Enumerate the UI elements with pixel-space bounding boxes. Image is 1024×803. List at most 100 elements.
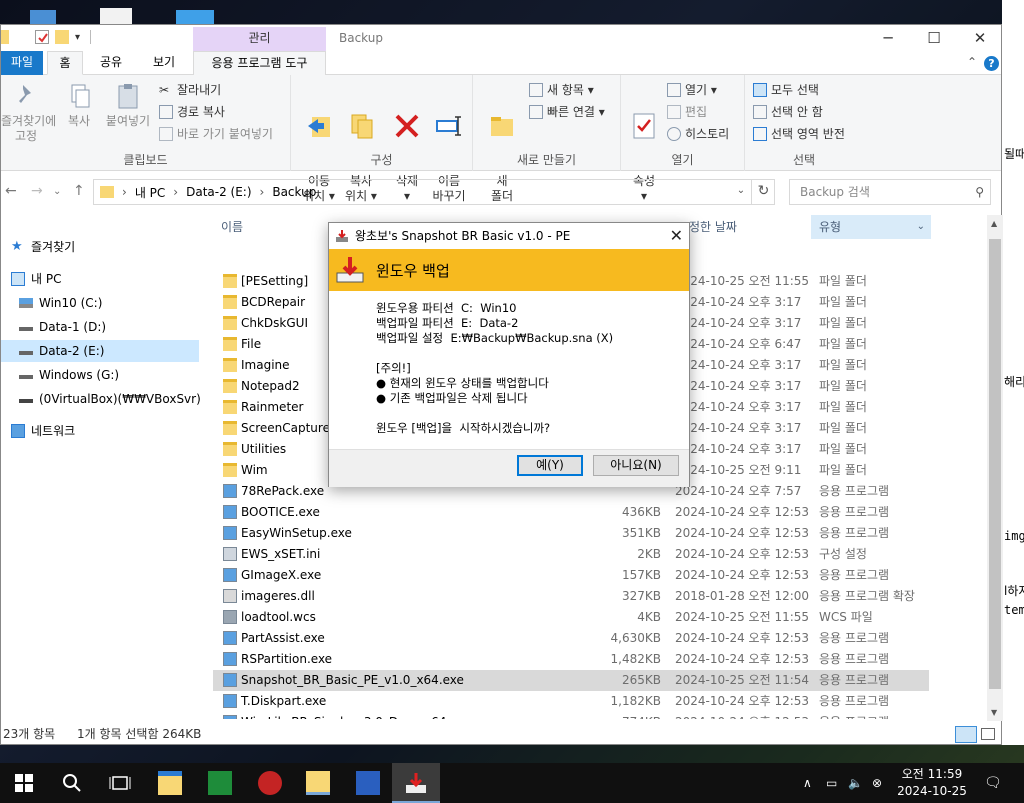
recent-dropdown-icon[interactable]: ⌄: [53, 186, 61, 197]
file-row[interactable]: Snapshot_BR_Basic_PE_v1.0_x64.exe 265KB 20…: [213, 670, 929, 691]
folder-icon: [223, 274, 237, 288]
file-row[interactable]: loadtool.wcs 4KB 2024-10-25 오전 11:55 WCS 파일: [213, 607, 929, 628]
tab-file[interactable]: 파일: [1, 51, 43, 75]
file-name: ScreenCapture: [241, 421, 330, 435]
breadcrumb-this-pc[interactable]: 내 PC: [135, 184, 165, 201]
file-row[interactable]: EasyWinSetup.exe 351KB 2024-10-24 오후 12:53…: [213, 523, 929, 544]
copy-button[interactable]: 복사: [59, 81, 99, 129]
file-type: 응용 프로그램: [819, 505, 890, 519]
help-icon[interactable]: ?: [984, 56, 999, 71]
search-icon[interactable]: [60, 771, 84, 795]
column-header-type[interactable]: 유형 ⌄: [811, 215, 931, 239]
tab-home[interactable]: 홈: [47, 51, 83, 75]
file-name: [PESetting]: [241, 274, 309, 288]
select-all-button[interactable]: 모두 선택: [753, 81, 819, 98]
scrollbar-thumb[interactable]: [989, 239, 1001, 689]
column-header-date[interactable]: 정한 날짜: [689, 215, 737, 239]
search-input[interactable]: Backup 검색 ⚲: [789, 179, 991, 205]
new-folder-icon[interactable]: [55, 30, 69, 44]
nav-this-pc[interactable]: 내 PC: [11, 268, 209, 290]
file-row[interactable]: GImageX.exe 157KB 2024-10-24 오후 12:53 응용 프로…: [213, 565, 929, 586]
nav-drive-d[interactable]: Data-1 (D:): [19, 316, 217, 338]
invert-selection-button[interactable]: 선택 영역 반전: [753, 125, 845, 142]
breadcrumb-drive[interactable]: Data-2 (E:): [186, 185, 251, 199]
properties-icon[interactable]: [35, 30, 49, 44]
qat-dropdown-icon[interactable]: ▾: [75, 32, 80, 43]
volume-icon[interactable]: 🔈: [848, 763, 863, 803]
nav-drive-e[interactable]: Data-2 (E:): [1, 340, 199, 362]
snapshot-br-app-icon[interactable]: [404, 771, 428, 795]
file-row[interactable]: PartAssist.exe 4,630KB 2024-10-24 오후 12:53…: [213, 628, 929, 649]
yes-button[interactable]: 예(Y): [517, 455, 583, 476]
file-row[interactable]: T.Diskpart.exe 1,182KB 2024-10-24 오후 12:53…: [213, 691, 929, 712]
file-row[interactable]: RSPartition.exe 1,482KB 2024-10-24 오후 12:5…: [213, 649, 929, 670]
easy-access-button[interactable]: 빠른 연결 ▾: [529, 103, 605, 120]
desktop-icon[interactable]: [30, 10, 56, 24]
file-name: Rainmeter: [241, 400, 304, 414]
scroll-up-icon[interactable]: ▲: [991, 219, 997, 228]
close-circle-icon[interactable]: ⊗: [872, 763, 882, 803]
windows-start-icon[interactable]: [12, 771, 36, 795]
column-header-name[interactable]: 이름: [221, 215, 243, 239]
minimize-button[interactable]: ─: [865, 25, 911, 53]
back-arrow-icon[interactable]: ←: [5, 183, 17, 199]
explorer-app-icon[interactable]: [306, 771, 330, 795]
file-row[interactable]: imageres.dll 327KB 2018-01-28 오전 12:00 응용 프…: [213, 586, 929, 607]
history-button[interactable]: 히스토리: [667, 125, 729, 142]
new-item-button[interactable]: 새 항목 ▾: [529, 81, 594, 98]
shutdown-app-icon[interactable]: [258, 771, 282, 795]
address-box[interactable]: › 내 PC › Data-2 (E:) › Backup: [93, 179, 775, 205]
address-dropdown-icon[interactable]: ⌄: [729, 179, 753, 205]
file-row[interactable]: WimLib_BR_Single_v3.0_Drag_x64.exe 774KB 2…: [213, 712, 929, 719]
up-arrow-icon[interactable]: ↑: [73, 183, 85, 199]
notepad-app-icon[interactable]: [356, 771, 380, 795]
tab-view[interactable]: 보기: [141, 51, 187, 75]
file-manager-app-icon[interactable]: [158, 771, 182, 795]
details-view-icon[interactable]: [955, 726, 977, 743]
close-button[interactable]: ✕: [957, 25, 1003, 53]
desktop-icon[interactable]: [176, 10, 214, 24]
file-type: 파일 폴더: [819, 379, 867, 393]
task-view-icon[interactable]: [108, 771, 132, 795]
tab-app-tools[interactable]: 응용 프로그램 도구: [193, 51, 326, 75]
copy-path-button[interactable]: 경로 복사: [159, 103, 225, 120]
vertical-scrollbar[interactable]: ▲ ▼: [987, 215, 1003, 721]
forward-arrow-icon[interactable]: →: [31, 183, 43, 199]
network-status-icon[interactable]: ▭: [826, 763, 837, 803]
file-row[interactable]: EWS_xSET.ini 2KB 2024-10-24 오후 12:53 구성 설정: [213, 544, 929, 565]
nav-drive-z[interactable]: (0VirtualBox)(₩₩VBoxSvr) (Z:: [19, 388, 201, 410]
nav-network[interactable]: 네트워크: [11, 420, 209, 442]
group-label-clipboard: 클립보드: [123, 153, 168, 167]
clipboard-icon: [113, 81, 143, 111]
paste-shortcut-button[interactable]: 바로 가기 붙여넣기: [159, 125, 273, 142]
clock[interactable]: 오전 11:59 2024-10-25: [892, 766, 972, 800]
dialog-close-button[interactable]: ✕: [670, 223, 683, 249]
tab-manage[interactable]: 관리: [193, 27, 326, 51]
scroll-down-icon[interactable]: ▼: [991, 708, 997, 717]
breadcrumb-folder[interactable]: Backup: [272, 185, 316, 199]
tab-share[interactable]: 공유: [91, 51, 131, 75]
file-row[interactable]: BOOTICE.exe 436KB 2024-10-24 오후 12:53 응용 프로…: [213, 502, 929, 523]
exe-file-icon: [223, 673, 237, 687]
paste-button[interactable]: 붙여넣기: [101, 81, 155, 129]
no-button[interactable]: 아니요(N): [593, 455, 679, 476]
notification-icon[interactable]: 🗨: [984, 763, 1002, 803]
desktop-icon[interactable]: [100, 8, 132, 24]
refresh-icon[interactable]: ↻: [751, 179, 775, 205]
nav-quick-access[interactable]: ★ 즐겨찾기: [11, 236, 209, 258]
quick-access-toolbar: ▾: [1, 30, 92, 44]
chevron-up-icon[interactable]: ∧: [803, 763, 812, 803]
large-icons-view-icon[interactable]: [981, 728, 995, 740]
nav-drive-c[interactable]: Win10 (C:): [19, 292, 217, 314]
select-none-button[interactable]: 선택 안 함: [753, 103, 823, 120]
file-date: 2024-10-24 오후 3:17: [675, 400, 802, 414]
pin-quick-access-button[interactable]: 즐겨찾기에 고정: [1, 81, 56, 144]
spreadsheet-app-icon[interactable]: [208, 771, 232, 795]
nav-drive-g[interactable]: Windows (G:): [19, 364, 217, 386]
chevron-up-icon[interactable]: ⌃: [967, 55, 977, 69]
exe-file-icon: [223, 694, 237, 708]
open-button[interactable]: 열기 ▾: [667, 81, 717, 98]
maximize-button[interactable]: ☐: [911, 25, 957, 53]
edit-button[interactable]: 편집: [667, 103, 707, 120]
cut-button[interactable]: ✂ 잘라내기: [159, 81, 221, 98]
